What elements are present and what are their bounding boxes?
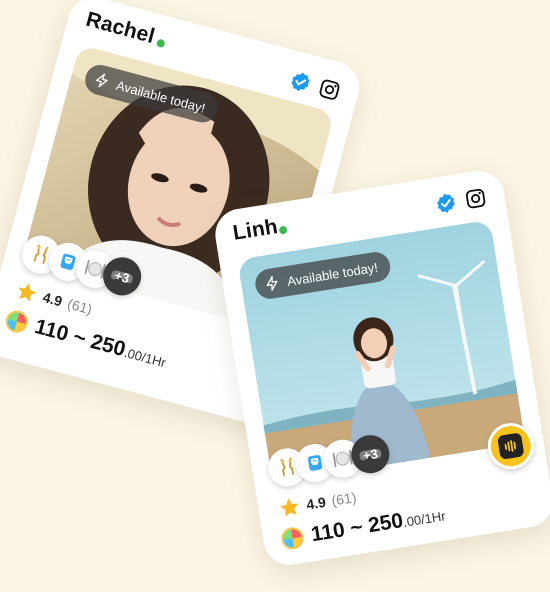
- coin-icon: [279, 525, 306, 551]
- online-status-indicator: [155, 38, 166, 49]
- profile-card-linh[interactable]: Linh Available today! +3 4.9 (61) 110 ~ …: [211, 167, 550, 569]
- lightning-icon: [95, 73, 108, 88]
- rating-value: 4.9: [305, 493, 327, 513]
- sound-wave-icon: [504, 440, 517, 452]
- instagram-icon[interactable]: [316, 76, 343, 103]
- star-icon: [18, 283, 37, 302]
- rating-value: 4.9: [41, 288, 65, 310]
- review-count: (61): [330, 489, 358, 509]
- price-range: 110 ~ 250: [32, 314, 128, 362]
- lightning-icon: [266, 276, 278, 291]
- coin-icon: [3, 308, 31, 336]
- review-count: (61): [65, 295, 94, 318]
- profile-name: Rachel: [83, 7, 158, 49]
- price-range: 110 ~ 250: [309, 509, 405, 547]
- price-unit: .00/1Hr: [122, 344, 168, 371]
- star-icon: [280, 498, 299, 517]
- rating-row: 4.9 (61): [277, 486, 358, 520]
- price-unit: .00/1Hr: [402, 508, 447, 530]
- verified-badge-icon: [291, 72, 310, 92]
- online-status-indicator: [278, 225, 288, 235]
- verified-badge-icon: [437, 193, 455, 213]
- instagram-icon[interactable]: [463, 186, 488, 211]
- more-tags-count: +3: [361, 445, 379, 463]
- profile-name: Linh: [231, 215, 280, 245]
